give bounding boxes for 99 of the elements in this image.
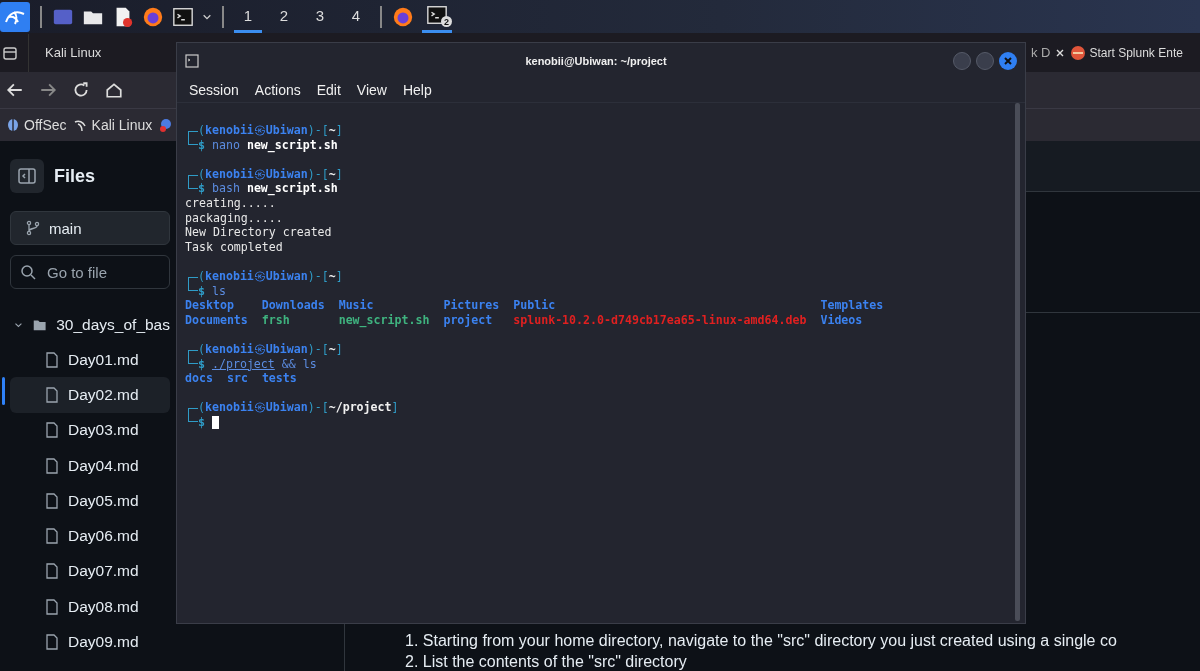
search-field[interactable]: Go to file (10, 255, 170, 289)
file-item[interactable]: Day08.md (10, 589, 170, 625)
file-icon (45, 563, 59, 580)
dragon-icon (73, 118, 88, 132)
prompt-symbol: $ (198, 137, 205, 153)
browser-icon[interactable] (142, 5, 164, 28)
file-name: Music (338, 298, 375, 313)
window-title: kenobii@Ubiwan: ~/project (524, 54, 668, 67)
menu-item[interactable]: Help (402, 82, 432, 98)
tab-title: Kali Linux (45, 45, 102, 60)
prompt-symbol: $ (198, 414, 205, 430)
command-text: ls (302, 356, 317, 372)
sidebar-title: Files (54, 165, 96, 187)
file-icon (45, 422, 59, 439)
output-line: packaging..... (185, 210, 284, 226)
home-icon[interactable] (105, 81, 123, 99)
file-name: Videos (820, 312, 864, 328)
workspace-button[interactable]: 2 (270, 0, 298, 33)
file-icon (45, 351, 59, 368)
browser-tab[interactable]: Kali Linux (0, 33, 164, 72)
command-text: new_script.sh (246, 137, 338, 153)
command-text: ./project (212, 356, 275, 372)
file-name: new_script.sh (338, 312, 430, 328)
site-icon (1069, 44, 1086, 61)
instruction-step: 1. Starting from your home directory, navigate to the "src" directory you just created using a single co (405, 630, 1200, 651)
workspace-button[interactable]: 4 (342, 0, 370, 33)
file-icon (45, 528, 59, 545)
file-item[interactable]: Day09.md (10, 624, 170, 660)
file-icon (45, 386, 59, 403)
forward-icon[interactable] (39, 81, 57, 99)
browser-tab[interactable]: k D (1031, 33, 1070, 72)
branch-icon (25, 220, 41, 236)
bookmark-link[interactable]: OffSec (6, 117, 67, 133)
command-text: ls (212, 283, 226, 299)
command-text: nano (212, 137, 240, 153)
file-name: project (443, 312, 494, 328)
command-text: new_script.sh (246, 181, 338, 196)
close-icon[interactable] (1054, 47, 1065, 58)
prompt-symbol: $ (198, 356, 205, 372)
file-name: splunk-10.2.0-d749cb17ea65-linux-amd64.deb (513, 312, 807, 328)
file-name: Pictures (443, 298, 500, 313)
prompt-text: (kenobii㉿Ubiwan)-[~] (198, 341, 343, 357)
workspace-button[interactable]: 3 (306, 0, 334, 33)
prompt-text: (kenobii㉿Ubiwan)-[~] (198, 166, 343, 182)
dragon-logo-icon[interactable] (0, 1, 30, 32)
file-icon (45, 598, 59, 615)
file-icon (45, 634, 59, 650)
file-item[interactable]: Day03.md (10, 412, 170, 448)
file-name: docs (185, 371, 213, 386)
file-icon (45, 457, 59, 474)
file-item[interactable]: Day04.md (10, 447, 170, 484)
prompt-text: (kenobii㉿Ubiwan)-[~] (198, 268, 343, 284)
file-item[interactable]: Day02.md (10, 377, 170, 413)
reload-icon[interactable] (72, 81, 90, 99)
menu-item[interactable]: Session (189, 82, 239, 98)
tab-group-icon (2, 44, 18, 61)
branch-button[interactable]: main (10, 211, 170, 245)
file-icon (45, 492, 59, 509)
back-icon[interactable] (6, 81, 24, 99)
scrollbar[interactable] (1015, 103, 1020, 621)
sidebar-toggle-icon[interactable] (10, 159, 44, 193)
terminal-icon (426, 4, 448, 26)
browser-icon[interactable] (392, 5, 414, 28)
output-line: Task completed (185, 239, 284, 255)
tab-title: Start Splunk Ente (1089, 45, 1183, 60)
menu-item[interactable]: Actions (254, 82, 301, 98)
tab-title: k D (1031, 45, 1051, 60)
file-item[interactable]: Day05.md (10, 483, 170, 519)
site-icon (6, 118, 20, 132)
terminal-icon (185, 53, 199, 68)
prompt-text: (kenobii㉿Ubiwan)-[~/project] (198, 400, 399, 415)
command-text: && (281, 356, 296, 372)
search-icon (20, 264, 36, 280)
output-line: creating..... (185, 195, 276, 211)
file-name: frsh (261, 312, 291, 328)
file-name: Templates (820, 298, 884, 313)
file-name: tests (261, 371, 297, 386)
file-name: src (226, 371, 248, 386)
instruction-step: 2. List the contents of the "src" directory (405, 651, 1200, 671)
window-count-badge: 2 (441, 16, 452, 27)
file-name: Downloads (261, 298, 325, 313)
menu-item[interactable]: Edit (316, 82, 341, 98)
command-text: bash (212, 181, 240, 196)
bookmark-site-icon[interactable] (159, 118, 174, 132)
file-name: Public (513, 298, 557, 313)
prompt-text: (kenobii㉿Ubiwan)-[~] (198, 123, 343, 138)
file-item[interactable]: Day06.md (10, 518, 170, 554)
bookmark-link[interactable]: Kali Linux (73, 117, 153, 133)
output-line: New Directory created (185, 225, 333, 240)
terminal-icon[interactable] (172, 5, 194, 28)
prompt-symbol: $ (198, 283, 205, 299)
menu-item[interactable]: View (356, 82, 387, 98)
file-name: Desktop (185, 298, 235, 313)
browser-tab[interactable]: Start Splunk Ente (1069, 33, 1183, 72)
file-name: Documents (185, 312, 248, 328)
prompt-symbol: $ (198, 181, 205, 196)
file-item[interactable]: Day01.md (10, 342, 170, 378)
file-item[interactable]: Day07.md (10, 553, 170, 590)
folder-item[interactable]: 30_days_of_bas (10, 307, 170, 342)
